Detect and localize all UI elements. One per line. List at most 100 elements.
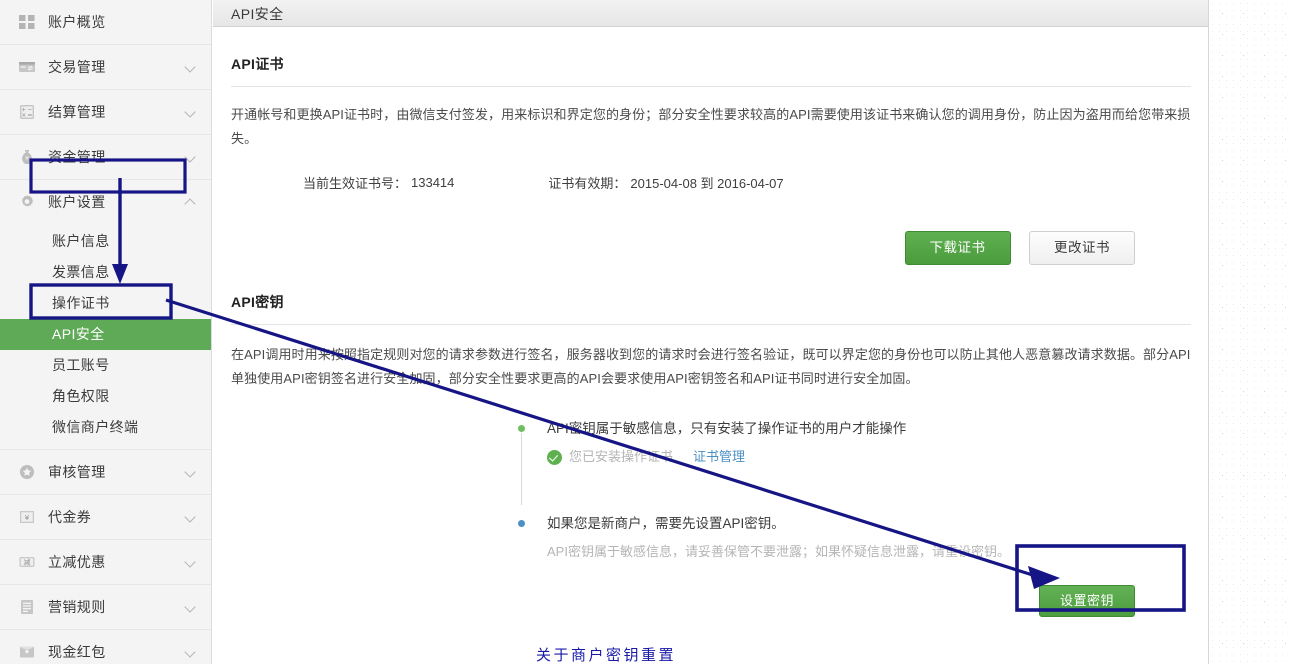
sidebar-item-marketing-rules[interactable]: 营销规则 <box>0 585 211 629</box>
cert-manage-link[interactable]: 证书管理 <box>693 446 745 468</box>
chevron-up-icon <box>185 196 197 208</box>
cert-serial-value: 133414 <box>411 175 455 190</box>
svg-text:减: 减 <box>24 558 31 567</box>
sidebar-item-audit[interactable]: 审核管理 <box>0 450 211 494</box>
sidebar-group-discount: 减 立减优惠 <box>0 540 211 585</box>
sidebar-subitem-merchant-terminal[interactable]: 微信商户终端 <box>0 412 211 443</box>
sidebar-submenu-account-settings: 账户信息 发票信息 操作证书 API安全 员工账号 角色权限 微信商户终端 <box>0 224 211 449</box>
chevron-down-icon <box>185 556 197 568</box>
grid-backdrop <box>1209 0 1289 664</box>
bullet-main-text: 如果您是新商户，需要先设置API密钥。 <box>547 516 785 531</box>
sidebar-item-label: 立减优惠 <box>48 554 106 570</box>
star-circle-icon <box>18 463 36 481</box>
sidebar-item-label: 代金券 <box>48 509 92 525</box>
sidebar-subitem-invoice-info[interactable]: 发票信息 <box>0 257 211 288</box>
sidebar: 账户概览 交易管理 + − × = 结算管理 ¥ 资金管理 账户设置 账户信息 … <box>0 0 212 664</box>
svg-text:=: = <box>27 112 32 119</box>
download-cert-button[interactable]: 下载证书 <box>904 231 1011 265</box>
sidebar-subitem-operation-cert[interactable]: 操作证书 <box>0 288 211 319</box>
sidebar-item-settlement[interactable]: + − × = 结算管理 <box>0 90 211 134</box>
api-cert-header: API证书 <box>231 54 1191 87</box>
money-bag-icon: ¥ <box>18 148 36 166</box>
grid-icon <box>18 13 36 31</box>
header-bar: API安全 <box>213 0 1208 27</box>
api-key-actions: 设置密钥 <box>213 585 1208 617</box>
calculator-icon: + − × = <box>18 103 36 121</box>
list-item: API密钥属于敏感信息，只有安装了操作证书的用户才能操作 您已安装操作证书 证书… <box>503 419 1208 505</box>
envelope-icon <box>18 643 36 661</box>
chevron-down-icon <box>185 61 197 73</box>
sidebar-item-label: 审核管理 <box>48 464 106 480</box>
sidebar-item-label: 营销规则 <box>48 599 106 615</box>
sidebar-item-transactions[interactable]: 交易管理 <box>0 45 211 89</box>
list-item: 如果您是新商户，需要先设置API密钥。 API密钥属于敏感信息，请妥善保管不要泄… <box>503 514 1208 563</box>
cert-installed-status: 您已安装操作证书 <box>569 449 674 464</box>
svg-text:¥: ¥ <box>25 513 30 522</box>
chevron-down-icon <box>185 151 197 163</box>
chevron-down-icon <box>185 601 197 613</box>
api-cert-meta-row: 当前生效证书号： 133414 证书有效期： 2015-04-08 到 2016… <box>303 173 1208 192</box>
api-key-footer: 关于商户密钥重置 <box>213 644 1208 664</box>
sidebar-subitem-account-info[interactable]: 账户信息 <box>0 226 211 257</box>
bullet-sub-row: 您已安装操作证书 证书管理 <box>547 446 1208 468</box>
document-lines-icon <box>18 598 36 616</box>
sidebar-group-overview: 账户概览 <box>0 0 211 45</box>
sidebar-subitem-staff-account[interactable]: 员工账号 <box>0 350 211 381</box>
svg-text:¥: ¥ <box>25 155 29 163</box>
sidebar-item-label: 结算管理 <box>48 104 106 120</box>
chevron-down-icon <box>185 646 197 658</box>
sidebar-group-red-packet: 现金红包 <box>0 630 211 664</box>
sidebar-item-red-packet[interactable]: 现金红包 <box>0 630 211 664</box>
api-key-bullet-list: API密钥属于敏感信息，只有安装了操作证书的用户才能操作 您已安装操作证书 证书… <box>503 419 1208 563</box>
check-circle-icon <box>547 449 562 465</box>
sidebar-group-account-settings: 账户设置 账户信息 发票信息 操作证书 API安全 员工账号 角色权限 微信商户… <box>0 180 211 450</box>
bullet-main-text: API密钥属于敏感信息，只有安装了操作证书的用户才能操作 <box>547 421 907 436</box>
change-cert-button[interactable]: 更改证书 <box>1029 231 1135 265</box>
sidebar-item-label: 账户概览 <box>48 14 106 30</box>
sidebar-group-voucher: ¥ 代金券 <box>0 495 211 540</box>
api-cert-description: 开通帐号和更换API证书时，由微信支付签发，用来标识和界定您的身份；部分安全性要… <box>231 107 1191 146</box>
cert-validity-value: 2015-04-08 到 2016-04-07 <box>630 176 784 191</box>
sidebar-item-label: 交易管理 <box>48 59 106 75</box>
bullet-dot-green <box>518 425 525 432</box>
sidebar-item-label: 现金红包 <box>48 644 106 660</box>
sidebar-item-voucher[interactable]: ¥ 代金券 <box>0 495 211 539</box>
sidebar-item-label: 账户设置 <box>48 194 106 210</box>
cert-validity-label: 证书有效期： <box>548 176 627 191</box>
bullet-dot-blue <box>518 520 525 527</box>
api-cert-actions: 下载证书 更改证书 <box>213 231 1208 265</box>
sidebar-subitem-api-security[interactable]: API安全 <box>0 319 211 350</box>
sidebar-group-funds: ¥ 资金管理 <box>0 135 211 180</box>
sidebar-item-label: 资金管理 <box>48 149 106 165</box>
api-cert-title: API证书 <box>231 56 284 72</box>
sidebar-item-funds[interactable]: ¥ 资金管理 <box>0 135 211 179</box>
sidebar-item-account-settings[interactable]: 账户设置 <box>0 180 211 224</box>
set-key-button[interactable]: 设置密钥 <box>1038 585 1135 617</box>
sidebar-group-settlement: + − × = 结算管理 <box>0 90 211 135</box>
api-key-description: 在API调用时用来按照指定规则对您的请求参数进行签名，服务器收到您的请求时会进行… <box>231 347 1191 386</box>
cert-serial-label: 当前生效证书号： <box>303 176 408 191</box>
page-title: API安全 <box>231 6 284 22</box>
merchant-key-reset-link[interactable]: 关于商户密钥重置 <box>536 647 676 664</box>
exchange-card-icon <box>18 58 36 76</box>
chevron-down-icon <box>185 466 197 478</box>
sidebar-subitem-role-permission[interactable]: 角色权限 <box>0 381 211 412</box>
main-content: API证书 开通帐号和更换API证书时，由微信支付签发，用来标识和界定您的身份；… <box>213 28 1208 664</box>
chevron-down-icon <box>185 511 197 523</box>
yen-voucher-icon: ¥ <box>18 508 36 526</box>
sidebar-group-transactions: 交易管理 <box>0 45 211 90</box>
api-key-title: API密钥 <box>231 294 284 310</box>
gear-icon <box>18 193 36 211</box>
sidebar-item-overview[interactable]: 账户概览 <box>0 0 211 44</box>
api-key-section: API密钥 在API调用时用来按照指定规则对您的请求参数进行签名，服务器收到您的… <box>213 292 1208 664</box>
sidebar-item-discount[interactable]: 减 立减优惠 <box>0 540 211 584</box>
sidebar-group-marketing-rules: 营销规则 <box>0 585 211 630</box>
sidebar-group-audit: 审核管理 <box>0 450 211 495</box>
chevron-down-icon <box>185 106 197 118</box>
api-key-header: API密钥 <box>231 292 1191 325</box>
api-cert-section: API证书 开通帐号和更换API证书时，由微信支付签发，用来标识和界定您的身份；… <box>213 28 1208 265</box>
svg-text:×: × <box>21 112 26 119</box>
page-root: 账户概览 交易管理 + − × = 结算管理 ¥ 资金管理 账户设置 账户信息 … <box>0 0 1209 664</box>
bullet-connector <box>521 433 522 505</box>
bullet-sub-text: API密钥属于敏感信息，请妥善保管不要泄露；如果怀疑信息泄露，请重设密钥。 <box>547 544 1010 559</box>
